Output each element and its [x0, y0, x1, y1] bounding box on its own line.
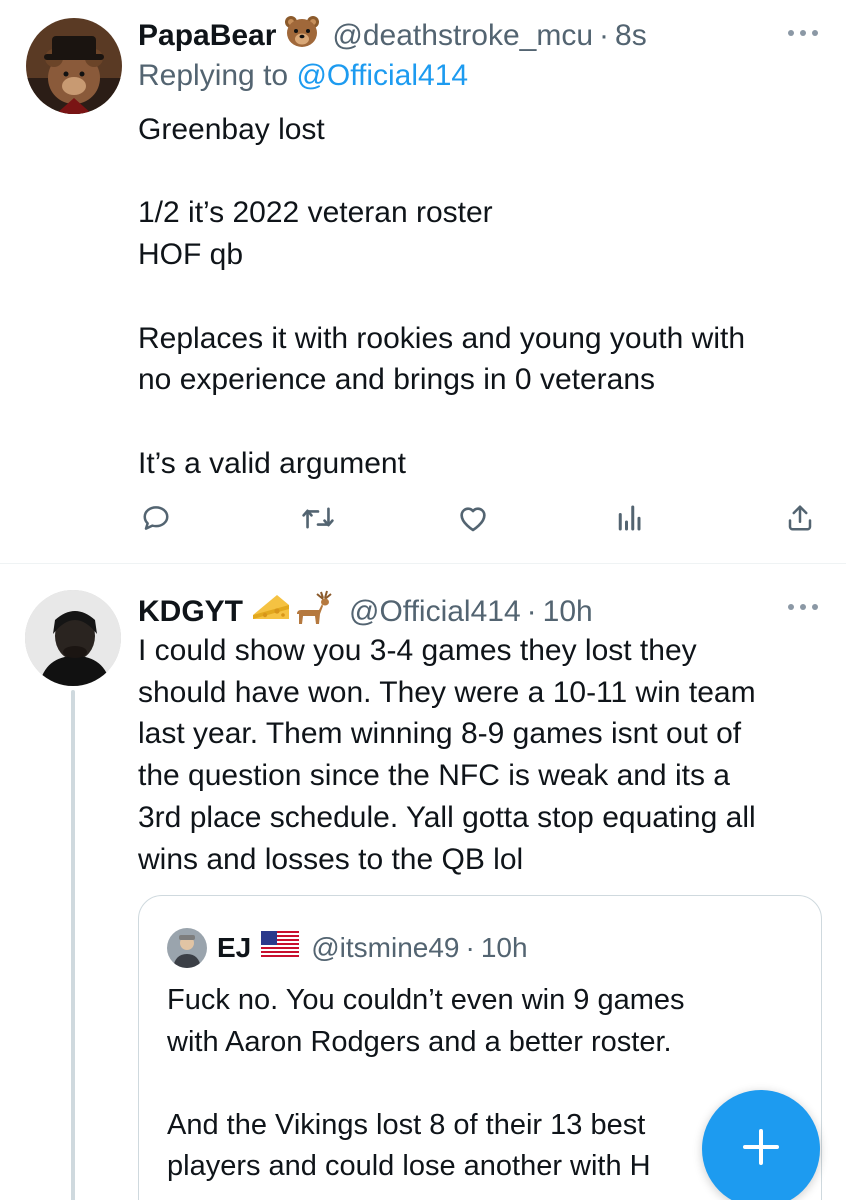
more-options-icon[interactable]: [788, 602, 818, 612]
compose-tweet-button[interactable]: [702, 1090, 820, 1200]
quoted-user-handle: @itsmine49: [311, 932, 460, 963]
share-icon[interactable]: [780, 498, 820, 538]
timestamp[interactable]: 8s: [615, 18, 647, 54]
display-name[interactable]: KDGYT: [138, 594, 243, 630]
tweet-header: PapaBear @deathstroke_mcu · 8s: [138, 14, 647, 57]
tweet-text: Greenbay lost 1/2 it’s 2022 veteran rost…: [138, 113, 746, 480]
user-handle[interactable]: @deathstroke_mcu: [332, 18, 593, 54]
thread-connector-line: [71, 690, 75, 1200]
separator-dot: ·: [599, 18, 610, 52]
like-icon[interactable]: [453, 498, 493, 538]
plus-icon: [741, 1127, 781, 1172]
cheese-emoji: [251, 591, 291, 632]
timestamp[interactable]: 10h: [543, 594, 593, 630]
avatar-papabear[interactable]: [26, 18, 122, 114]
reply-icon[interactable]: [136, 498, 176, 538]
us-flag-emoji: [261, 931, 300, 965]
views-icon[interactable]: [610, 498, 650, 538]
display-name[interactable]: PapaBear: [138, 18, 276, 54]
quoted-timestamp: 10h: [480, 932, 528, 963]
quoted-display-name: EJ: [217, 932, 252, 963]
quoted-tweet-header: EJ @itsmine49 · 10h: [167, 928, 528, 968]
tweet-actions: [138, 498, 818, 542]
avatar-kdgyt[interactable]: [25, 590, 121, 686]
tweet-papabear[interactable]: PapaBear @deathstroke_mcu · 8s Replying …: [0, 0, 846, 564]
more-options-icon[interactable]: [788, 28, 818, 38]
user-handle[interactable]: @Official414: [349, 594, 521, 630]
separator-dot: ·: [526, 594, 537, 628]
avatar-ej: [167, 928, 207, 968]
separator-dot: ·: [465, 932, 475, 963]
bear-face-emoji: [284, 14, 320, 57]
replying-to-label: Replying to: [138, 59, 289, 92]
replying-to: Replying to @Official414: [138, 58, 468, 94]
tweet-text: I could show you 3-4 games they lost the…: [138, 634, 756, 876]
retweet-icon[interactable]: [298, 498, 338, 538]
replying-to-handle[interactable]: @Official414: [296, 59, 468, 92]
deer-emoji: [293, 588, 337, 635]
tweet-header: KDGYT @Official414 · 10h: [138, 588, 593, 635]
